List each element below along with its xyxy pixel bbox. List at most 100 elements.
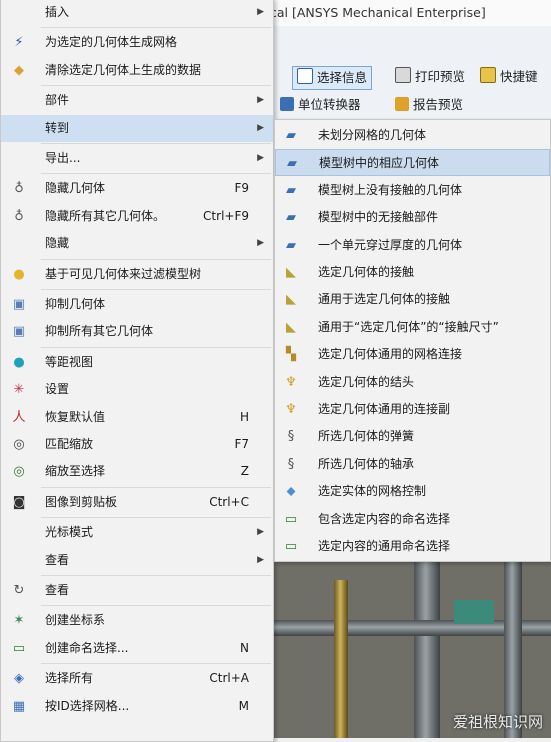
menu-item-16[interactable]: ◎ 缩放至选择 Z <box>1 458 273 485</box>
body-cube-icon: ▰ <box>286 210 296 226</box>
menu-item-label: 选择所有 <box>45 671 94 686</box>
menu-item-label: 缩放至选择 <box>45 464 106 479</box>
body-cube-icon: ▰ <box>286 128 296 143</box>
menu-item-20[interactable]: ↻ 查看 <box>1 577 273 604</box>
menu-item-label: 未划分网格的几何体 <box>318 128 427 142</box>
menu-item-label: 部件 <box>45 93 70 108</box>
keyboard-icon <box>480 67 496 83</box>
menu-item-shortcut: H <box>239 409 249 424</box>
toolbar-label: 打印预览 <box>415 69 466 84</box>
axes-reset-icon: 人 <box>12 409 26 425</box>
menu-item-shortcut: F7 <box>234 437 249 451</box>
submenu-item-2[interactable]: ▰ 模型树上没有接触的几何体 <box>275 177 550 204</box>
menu-separator <box>41 85 271 87</box>
menu-item-label: 通用于选定几何体的接触 <box>318 292 451 307</box>
menu-separator <box>41 289 271 290</box>
menu-item-1[interactable]: ⚡ 为选定的几何体生成网格 <box>1 29 273 56</box>
submenu-arrow-icon: ▶ <box>257 122 264 133</box>
shortcut-keys-button[interactable]: 快捷键 <box>480 66 538 88</box>
toolbar-label: 报告预览 <box>413 97 464 112</box>
menu-item-label: 所选几何体的弹簧 <box>318 429 415 444</box>
contact-icon: ◣ <box>286 265 296 280</box>
menu-item-label: 包含选定内容的命名选择 <box>318 511 451 526</box>
submenu-arrow-icon: ▶ <box>257 95 264 106</box>
menu-item-label: 隐藏几何体 <box>45 181 106 196</box>
toolbar-label: 单位转换器 <box>298 97 361 112</box>
menu-item-7[interactable]: ♁ 隐藏所有其它几何体。 Ctrl+F9 <box>1 203 273 230</box>
menu-item-14[interactable]: 人 恢复默认值 H <box>1 404 273 431</box>
submenu-item-0[interactable]: ▰ 未划分网格的几何体 <box>275 122 550 149</box>
unit-converter-button[interactable]: 单位转换器 <box>280 94 361 116</box>
submenu-item-12[interactable]: § 所选几何体的轴承 <box>275 451 550 478</box>
submenu-item-9[interactable]: ♆ 选定几何体的结头 <box>275 369 550 396</box>
menu-item-19[interactable]: 查看 ▶ <box>1 547 273 574</box>
menu-item-13[interactable]: ✳ 设置 <box>1 376 273 403</box>
menu-item-22[interactable]: ▭ 创建命名选择... N <box>1 635 273 662</box>
report-preview-button[interactable]: 报告预览 <box>395 94 463 116</box>
submenu-item-14[interactable]: ▭ 包含选定内容的命名选择 <box>275 506 550 533</box>
menu-item-6[interactable]: ♁ 隐藏几何体 F9 <box>1 175 273 202</box>
3d-model-viewport[interactable]: 爱祖根知识网 <box>274 560 551 738</box>
menu-item-label: 恢复默认值 <box>45 409 106 424</box>
menu-item-label: 转到 <box>45 120 70 135</box>
selection-info-button[interactable]: 选择信息 <box>292 66 373 90</box>
menu-item-label: 模型树中的相应几何体 <box>319 156 440 171</box>
menu-item-shortcut: N <box>240 640 249 655</box>
body-cube-icon: ▰ <box>286 237 296 253</box>
menu-item-label: 选定几何体的结头 <box>318 374 415 389</box>
joint-icon: ♆ <box>285 374 297 390</box>
submenu-item-15[interactable]: ▭ 选定内容的通用命名选择 <box>275 533 550 560</box>
menu-item-24[interactable]: ▦ 按ID选择网格... M <box>1 693 273 720</box>
submenu-item-8[interactable]: ▚ 选定几何体通用的网格连接 <box>275 341 550 368</box>
submenu-item-11[interactable]: § 所选几何体的弹簧 <box>275 423 550 450</box>
toolbar-label: 快捷键 <box>500 69 538 84</box>
menu-item-3[interactable]: 部件 ▶ <box>1 87 273 114</box>
menu-item-11[interactable]: ▣ 抑制所有其它几何体 <box>1 318 273 345</box>
menu-item-shortcut: Ctrl+A <box>209 671 249 686</box>
submenu-item-13[interactable]: ⬥ 选定实体的网格控制 <box>275 478 550 505</box>
menu-item-label: 通用于“选定几何体”的“接触尺寸” <box>318 319 499 334</box>
contact-icon: ◣ <box>286 319 296 335</box>
submenu-item-4[interactable]: ▰ 一个单元穿过厚度的几何体 <box>275 232 550 259</box>
menu-item-9[interactable]: ● 基于可见几何体来过滤模型树 <box>1 261 273 288</box>
submenu-item-10[interactable]: ♆ 选定几何体通用的连接副 <box>275 396 550 423</box>
menu-item-23[interactable]: ◈ 选择所有 Ctrl+A <box>1 665 273 692</box>
suppress-icon: ▣ <box>12 324 26 340</box>
menu-item-label: 按ID选择网格... <box>45 698 130 713</box>
menu-item-17[interactable]: ◙ 图像到剪贴板 Ctrl+C <box>1 489 273 516</box>
menu-item-label: 抑制所有其它几何体 <box>45 324 154 339</box>
window-title: cal [ANSYS Mechanical Enterprise] <box>260 0 551 26</box>
submenu-item-5[interactable]: ◣ 选定几何体的接触 <box>275 259 550 286</box>
menu-item-15[interactable]: ◎ 匹配缩放 F7 <box>1 431 273 458</box>
menu-item-label: 等距视图 <box>45 354 94 369</box>
menu-item-label: 隐藏 <box>45 236 70 251</box>
submenu-item-3[interactable]: ▰ 模型树中的无接触部件 <box>275 204 550 231</box>
menu-item-8[interactable]: 隐藏 ▶ <box>1 230 273 257</box>
menu-item-label: 隐藏所有其它几何体。 <box>45 208 166 223</box>
mesh-control-icon: ⬥ <box>286 484 296 500</box>
menu-item-5[interactable]: 导出... ▶ <box>1 145 273 172</box>
menu-item-label: 匹配缩放 <box>45 437 94 451</box>
menu-item-4[interactable]: 转到 ▶ <box>1 114 273 142</box>
camera-icon: ◙ <box>12 494 26 510</box>
menu-item-shortcut: Ctrl+F9 <box>203 208 249 223</box>
submenu-item-7[interactable]: ◣ 通用于“选定几何体”的“接触尺寸” <box>275 314 550 341</box>
menu-item-10[interactable]: ▣ 抑制几何体 <box>1 291 273 318</box>
menu-item-label: 一个单元穿过厚度的几何体 <box>318 237 463 252</box>
zoom-selection-icon: ◎ <box>13 464 25 480</box>
menu-item-12[interactable]: ● 等距视图 <box>1 349 273 376</box>
print-preview-button[interactable]: 打印预览 <box>395 66 465 88</box>
unit-converter-icon <box>280 97 294 111</box>
menu-item-0[interactable]: 插入 ▶ <box>1 0 273 26</box>
named-selection-icon: ▭ <box>284 539 298 554</box>
submenu-item-1[interactable]: ▰ 模型树中的相应几何体 <box>275 149 550 177</box>
bearing-icon: § <box>287 456 295 472</box>
menu-separator <box>41 258 271 260</box>
menu-item-2[interactable]: ◆ 清除选定几何体上生成的数据 <box>1 57 273 84</box>
submenu-item-6[interactable]: ◣ 通用于选定几何体的接触 <box>275 286 550 313</box>
menu-item-21[interactable]: ✶ 创建坐标系 <box>1 607 273 634</box>
named-selection-icon: ▭ <box>284 511 298 527</box>
pipe-vertical <box>414 560 440 738</box>
submenu-arrow-icon: ▶ <box>257 7 264 17</box>
menu-item-18[interactable]: 光标模式 ▶ <box>1 519 273 546</box>
